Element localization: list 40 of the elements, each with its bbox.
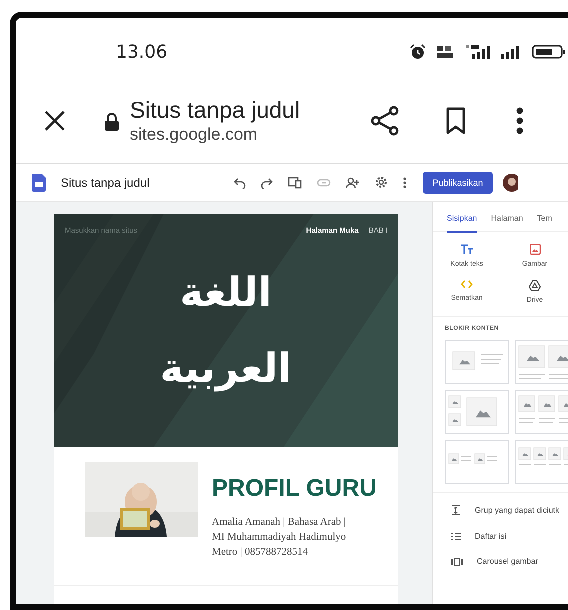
- signal-icon: [500, 44, 522, 60]
- add-person-icon[interactable]: [346, 176, 360, 188]
- site-title[interactable]: Situs tanpa judul: [61, 176, 150, 190]
- alarm-icon: [410, 44, 426, 60]
- close-icon[interactable]: [44, 110, 66, 132]
- signal-icon: [464, 44, 490, 60]
- share-icon[interactable]: [370, 106, 400, 136]
- content-block-layout[interactable]: [445, 390, 509, 434]
- header-title: العربية: [160, 345, 292, 394]
- list-icon[interactable]: [451, 532, 461, 540]
- bookmark-icon[interactable]: [446, 106, 466, 134]
- panel-tab[interactable]: Tem: [537, 214, 552, 231]
- redo-icon[interactable]: [260, 176, 273, 188]
- undo-icon[interactable]: [234, 176, 246, 188]
- panel-list-item[interactable]: Daftar isi: [475, 532, 507, 541]
- profile-heading: PROFIL GURU: [212, 475, 377, 503]
- text-box-icon[interactable]: [460, 244, 474, 255]
- content-block-layout[interactable]: [515, 340, 568, 384]
- status-time: 13.06: [116, 42, 168, 62]
- collapse-icon[interactable]: [451, 505, 461, 516]
- lock-icon: [104, 112, 120, 132]
- panel-list-item[interactable]: Grup yang dapat diciutk: [475, 506, 560, 515]
- header-title: اللغة: [180, 269, 272, 318]
- document-icon: [32, 174, 46, 192]
- profile-description: Amalia Amanah | Bahasa Arab | MI Muhammadiyah Hadimulyo Metro | 085788728514: [212, 516, 348, 560]
- avatar-icon[interactable]: [502, 172, 518, 192]
- more-icon[interactable]: [402, 176, 407, 188]
- battery-icon: [532, 44, 566, 60]
- panel-tab[interactable]: Halaman: [491, 214, 524, 231]
- image-icon[interactable]: [530, 244, 540, 255]
- more-icon[interactable]: [516, 106, 524, 134]
- preview-icon[interactable]: [288, 176, 302, 188]
- panel-tab[interactable]: Sisipkan: [447, 214, 478, 233]
- publish-button[interactable]: Publikasikan: [422, 172, 494, 194]
- page-title: Situs tanpa judul: [130, 96, 300, 124]
- page-url: sites.google.com: [130, 124, 259, 146]
- panel-list-item[interactable]: Carousel gambar: [477, 557, 538, 566]
- carousel-icon[interactable]: [451, 558, 463, 566]
- drive-icon[interactable]: [529, 280, 541, 291]
- settings-icon[interactable]: [374, 176, 388, 189]
